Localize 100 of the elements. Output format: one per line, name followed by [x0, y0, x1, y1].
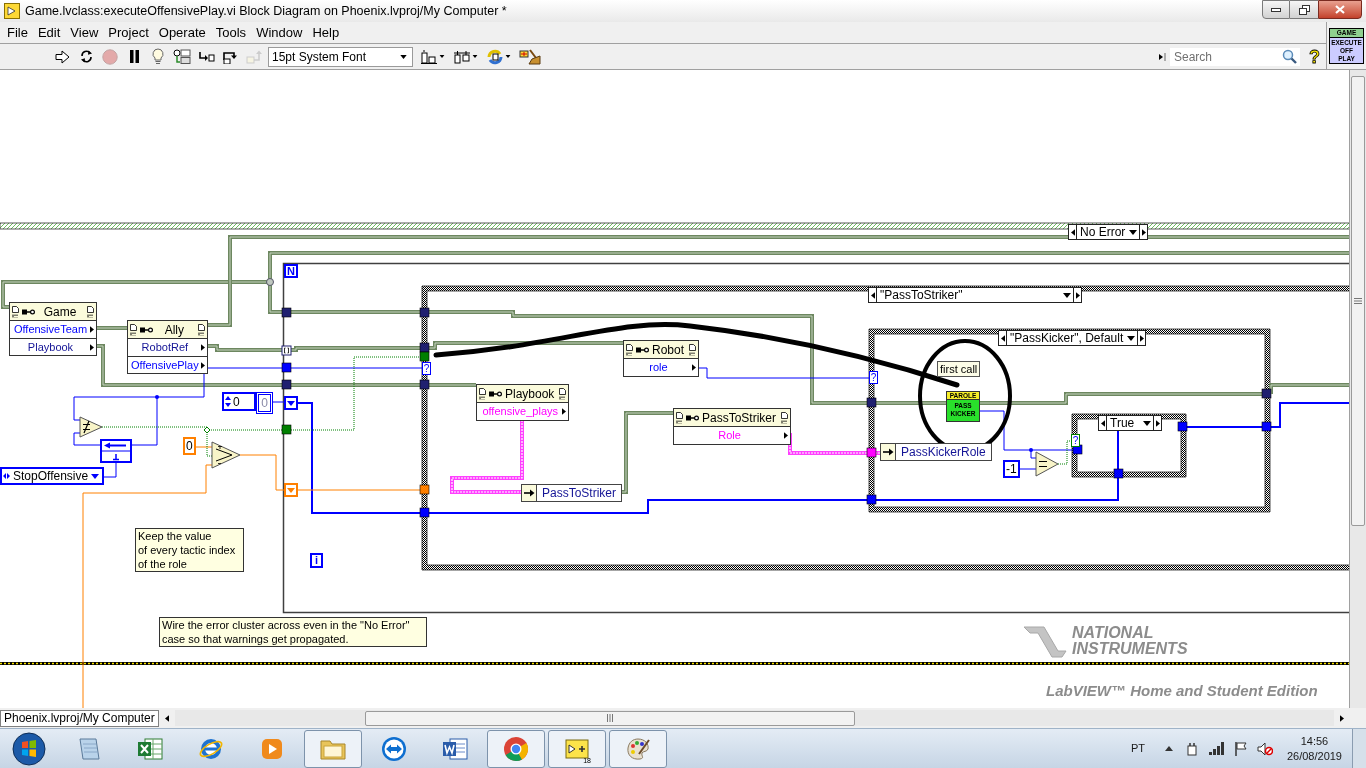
align-boxes-icon: [420, 48, 438, 65]
brand-mark: NATIONAL INSTRUMENTS: [1072, 625, 1188, 657]
document-icon: [559, 387, 567, 400]
left-triangle-icon: [1070, 228, 1075, 236]
node-title: Game: [42, 303, 78, 320]
distribute-boxes-icon: [453, 48, 471, 65]
element-label: RobotRef: [140, 340, 190, 355]
restore-icon: [1298, 4, 1310, 15]
search-field[interactable]: Search: [1170, 47, 1300, 66]
comment-note: Keep the value of every tactic index of the role: [135, 528, 244, 572]
notepad-icon: [77, 735, 101, 762]
comment-note: Wire the error cluster across even in the "No Error" case so that warnings get propagated.: [159, 617, 427, 647]
minimize-button[interactable]: [1262, 0, 1290, 19]
arrow-plus-tile-icon: [564, 736, 590, 761]
menu-item[interactable]: Edit: [32, 22, 66, 43]
clock-date: 26/08/2019: [1286, 748, 1342, 764]
scroll-thumb[interactable]: [1351, 76, 1365, 526]
menu-item[interactable]: Tools: [210, 22, 252, 43]
probe-boxes-icon: [173, 48, 191, 65]
font-dropdown[interactable]: 15pt System Font: [268, 46, 413, 67]
numeric-indicator: 0: [256, 392, 273, 414]
previous-case-button[interactable]: [1098, 415, 1107, 431]
not-equal-icon: [79, 416, 103, 438]
broom-icon: [519, 48, 541, 65]
right-arrow-icon: [523, 489, 535, 497]
previous-case-button[interactable]: [868, 287, 877, 303]
next-case-button[interactable]: [1153, 415, 1162, 431]
document-icon: [689, 343, 697, 356]
grip-icon: [606, 714, 613, 722]
stop-circle-icon: [102, 48, 118, 65]
taskbar-app-button[interactable]: [609, 729, 667, 768]
typedef-value: PassKickerRole: [900, 444, 987, 460]
wire: [96, 326, 128, 330]
edition-mark: LabVIEW™ Home and Student Edition: [1046, 681, 1318, 701]
tunnel-icon: [281, 362, 292, 373]
previous-case-button[interactable]: [998, 330, 1007, 346]
menu-item[interactable]: Window: [251, 22, 308, 43]
arc-arrow-box-icon: [221, 49, 239, 64]
previous-case-button[interactable]: [1068, 224, 1077, 240]
left-triangle-icon: [870, 291, 875, 299]
next-case-button[interactable]: [1073, 287, 1082, 303]
shift-register-icon: [284, 483, 298, 497]
tunnel-icon: [281, 307, 292, 318]
case-selector[interactable]: No Error: [1077, 224, 1140, 240]
right-triangle-icon: [200, 344, 205, 351]
right-triangle-icon: [1141, 228, 1146, 236]
right-triangle-icon: [692, 364, 697, 371]
caret-icon: [1063, 292, 1071, 298]
select-function-icon: [211, 441, 241, 469]
tunnel-icon: [866, 494, 877, 505]
case-selector[interactable]: "PassKicker", Default: [1007, 330, 1138, 346]
tunnel-icon: [419, 351, 430, 362]
right-arrow-icon: [882, 448, 894, 456]
close-button[interactable]: [1318, 0, 1362, 19]
muted-speaker-icon: [1256, 741, 1273, 756]
case-selector[interactable]: "PassToStriker": [877, 287, 1073, 303]
tunnel-icon: [419, 307, 430, 318]
numeric-constant: -1: [1003, 460, 1020, 478]
tunnel-icon: [1072, 444, 1083, 455]
next-case-button[interactable]: [1137, 330, 1147, 346]
document-icon: [130, 323, 137, 336]
menu-item[interactable]: Operate: [153, 22, 211, 43]
key-icon: [686, 414, 699, 421]
taskbar-app-button[interactable]: [487, 729, 545, 768]
menu-item[interactable]: View: [65, 22, 104, 43]
caret-icon: [505, 55, 511, 58]
vertical-scrollbar[interactable]: [1350, 70, 1366, 708]
signal-bars-icon: [1208, 742, 1225, 755]
palette-icon: [625, 735, 651, 762]
menu-item[interactable]: Help: [307, 22, 345, 43]
junction-dot-icon: [155, 395, 159, 399]
language-indicator[interactable]: PT: [1130, 740, 1145, 757]
chevron-logo-icon: [1022, 623, 1068, 659]
restore-button[interactable]: [1290, 0, 1318, 19]
tunnel-icon: [281, 424, 292, 435]
right-triangle-icon: [1075, 291, 1080, 299]
taskbar-app-button[interactable]: [304, 729, 362, 768]
document-icon: [479, 387, 486, 400]
right-triangle-icon: [90, 343, 94, 351]
document-icon: [781, 411, 789, 424]
next-case-button[interactable]: [1139, 224, 1149, 240]
element-label: Playbook: [26, 339, 75, 355]
spreadsheet-icon: [137, 735, 163, 762]
right-triangle-icon: [562, 408, 567, 415]
search-icon: [1282, 48, 1297, 64]
case-selector[interactable]: True: [1107, 415, 1153, 431]
horizontal-scrollbar[interactable]: [174, 710, 1334, 726]
menu-item[interactable]: File: [2, 22, 33, 43]
wire: [239, 454, 285, 491]
pause-icon: [128, 50, 140, 63]
tunnel-icon: [419, 507, 430, 518]
caret-icon: [439, 55, 445, 58]
page-lines-icon: [442, 735, 468, 762]
shift-register-icon: [284, 396, 298, 410]
menu-item[interactable]: Project: [103, 22, 154, 43]
grip-icon: [1354, 298, 1362, 304]
count-terminal: N: [284, 264, 298, 278]
scroll-thumb[interactable]: [364, 710, 855, 726]
flag-icon: [1234, 741, 1247, 756]
tunnel-icon: [1177, 421, 1188, 432]
